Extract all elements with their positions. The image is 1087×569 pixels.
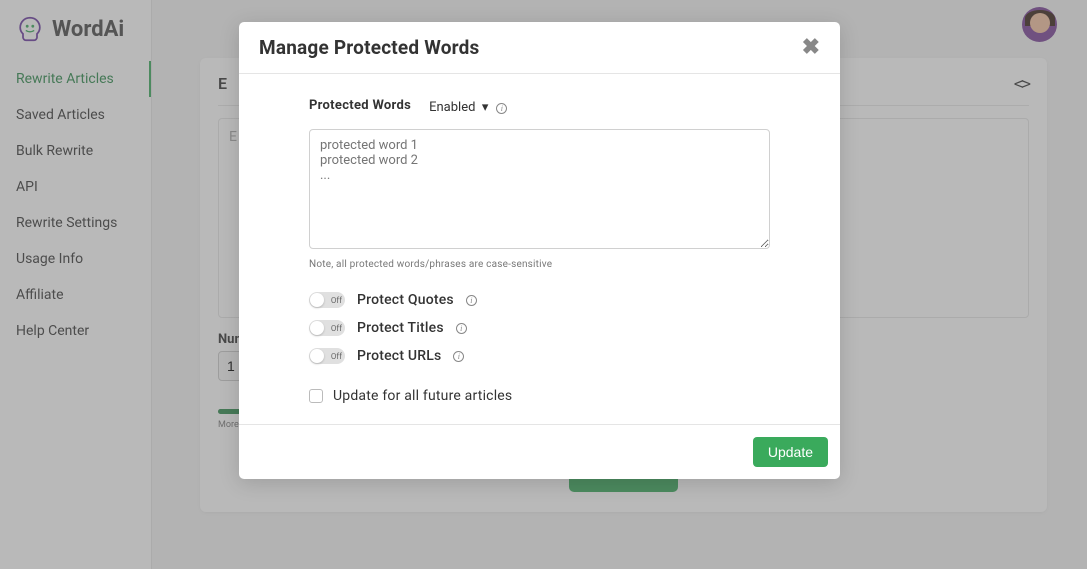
modal-body: Protected Words Enabled ▾ i Note, all pr… bbox=[239, 74, 840, 424]
toggle-state: Off bbox=[331, 352, 342, 361]
select-value: Enabled bbox=[429, 100, 475, 115]
close-icon[interactable]: ✖ bbox=[802, 37, 820, 59]
toggle-knob bbox=[310, 349, 324, 363]
info-icon[interactable]: i bbox=[466, 295, 477, 306]
update-future-checkbox[interactable] bbox=[309, 389, 323, 403]
toggle-protect-quotes[interactable]: Off bbox=[309, 292, 345, 308]
toggle-knob bbox=[310, 293, 324, 307]
protected-words-select[interactable]: Enabled ▾ bbox=[429, 100, 488, 115]
toggle-protect-titles-row: Off Protect Titles i bbox=[309, 320, 770, 336]
toggle-label: Protect Titles bbox=[357, 320, 444, 336]
protected-words-label: Protected Words bbox=[309, 98, 411, 113]
info-icon[interactable]: i bbox=[496, 103, 507, 114]
protected-words-row: Protected Words Enabled ▾ i bbox=[309, 96, 770, 115]
info-icon[interactable]: i bbox=[456, 323, 467, 334]
toggle-protect-urls-row: Off Protect URLs i bbox=[309, 348, 770, 364]
toggle-protect-urls[interactable]: Off bbox=[309, 348, 345, 364]
protected-words-textarea[interactable] bbox=[309, 129, 770, 249]
update-button[interactable]: Update bbox=[753, 437, 828, 467]
toggle-label: Protect Quotes bbox=[357, 292, 454, 308]
modal-header: Manage Protected Words ✖ bbox=[239, 22, 840, 74]
toggle-protect-titles[interactable]: Off bbox=[309, 320, 345, 336]
checkbox-label: Update for all future articles bbox=[333, 388, 512, 404]
toggle-state: Off bbox=[331, 324, 342, 333]
manage-protected-words-modal: Manage Protected Words ✖ Protected Words… bbox=[239, 22, 840, 479]
toggle-knob bbox=[310, 321, 324, 335]
modal-title: Manage Protected Words bbox=[259, 36, 480, 59]
update-future-checkbox-row: Update for all future articles bbox=[309, 388, 770, 404]
toggle-protect-quotes-row: Off Protect Quotes i bbox=[309, 292, 770, 308]
toggle-label: Protect URLs bbox=[357, 348, 441, 364]
protected-words-note: Note, all protected words/phrases are ca… bbox=[309, 259, 770, 270]
info-icon[interactable]: i bbox=[453, 351, 464, 362]
modal-footer: Update bbox=[239, 424, 840, 479]
toggle-state: Off bbox=[331, 296, 342, 305]
